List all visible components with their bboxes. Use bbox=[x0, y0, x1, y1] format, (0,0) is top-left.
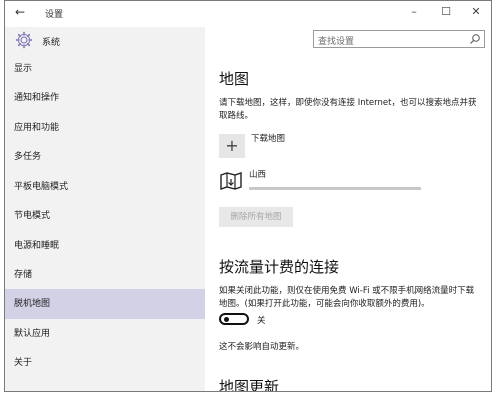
search-placeholder: 查找设置 bbox=[318, 37, 355, 47]
auto-update-note: 这不会影响自动更新。 bbox=[219, 342, 305, 352]
download-maps-label[interactable]: 下载地图 bbox=[251, 132, 285, 144]
maximize-button[interactable]: ☐ bbox=[439, 5, 453, 18]
metered-description: 如果关闭此功能，则仅在使用免费 Wi-Fi 或不限手机网络流量时下载地图。(如果… bbox=[219, 286, 475, 309]
sidebar-item-display[interactable]: 显示 bbox=[5, 55, 205, 83]
map-updates-heading: 地图更新 bbox=[219, 378, 280, 392]
close-button[interactable]: ✕ bbox=[469, 5, 483, 18]
minimize-button[interactable]: – bbox=[407, 5, 421, 18]
sidebar-item-power-sleep[interactable]: 电源和睡眠 bbox=[5, 232, 205, 260]
sidebar-item-default-apps[interactable]: 默认应用 bbox=[5, 320, 205, 348]
sidebar-item-tablet-mode[interactable]: 平板电脑模式 bbox=[5, 173, 205, 201]
sidebar-item-storage[interactable]: 存储 bbox=[5, 261, 205, 289]
settings-window: ← 设置 – ☐ ✕ 系统 显示 通知和操作 应用和功能 多任务 平板电脑模式 … bbox=[4, 0, 492, 392]
download-maps-button[interactable]: + bbox=[219, 134, 245, 158]
search-icon[interactable] bbox=[469, 33, 481, 45]
title-bar: ← 设置 – ☐ ✕ bbox=[5, 1, 491, 27]
back-arrow-icon[interactable]: ← bbox=[15, 5, 25, 19]
sidebar-item-battery-saver[interactable]: 节电模式 bbox=[5, 202, 205, 230]
window-title: 设置 bbox=[45, 10, 64, 20]
maps-heading: 地图 bbox=[219, 70, 250, 88]
region-name: 山西 bbox=[249, 170, 267, 180]
search-input[interactable]: 查找设置 bbox=[313, 30, 485, 48]
sidebar-item-notifications[interactable]: 通知和操作 bbox=[5, 84, 205, 112]
toggle-state-label: 关 bbox=[257, 316, 266, 326]
sidebar-item-apps[interactable]: 应用和功能 bbox=[5, 114, 205, 142]
sidebar-item-multitasking[interactable]: 多任务 bbox=[5, 143, 205, 171]
toggle-knob bbox=[224, 317, 229, 322]
gear-icon bbox=[15, 31, 33, 49]
metered-toggle[interactable] bbox=[219, 313, 249, 325]
map-icon bbox=[220, 172, 242, 190]
download-progress-bar bbox=[249, 187, 421, 190]
sidebar-item-offline-maps[interactable]: 脱机地图 bbox=[5, 289, 205, 319]
sidebar: 系统 显示 通知和操作 应用和功能 多任务 平板电脑模式 节电模式 电源和睡眠 … bbox=[5, 27, 205, 391]
sidebar-header-label: 系统 bbox=[42, 38, 61, 48]
main-panel: 查找设置 地图 请下载地图，这样，即使你没有连接 Internet，也可以搜索地… bbox=[205, 27, 491, 392]
maps-description: 请下载地图，这样，即使你没有连接 Internet，也可以搜索地点并获取路线。 bbox=[219, 98, 477, 121]
metered-heading: 按流量计费的连接 bbox=[219, 258, 340, 276]
sidebar-item-about[interactable]: 关于 bbox=[5, 349, 205, 377]
delete-all-maps-button[interactable]: 删除所有地图 bbox=[219, 207, 293, 227]
sidebar-header: 系统 bbox=[5, 27, 205, 55]
